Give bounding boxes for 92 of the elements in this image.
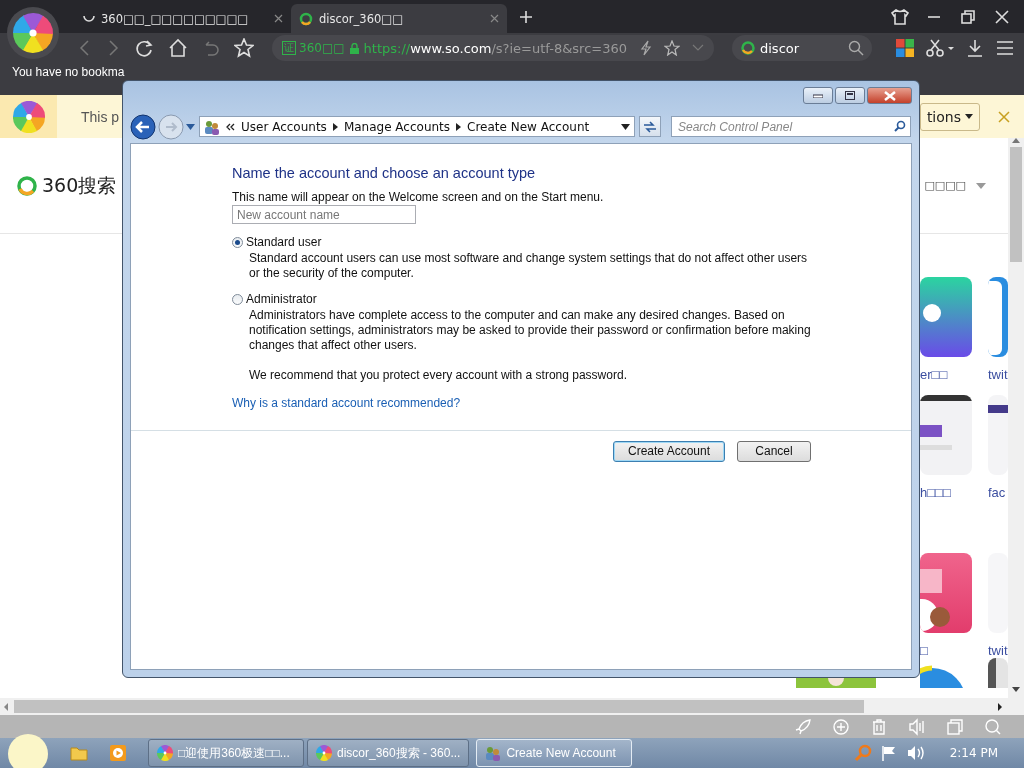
lock-icon [349, 42, 359, 54]
tile-label[interactable]: h□□□ [920, 475, 972, 553]
start-button[interactable] [8, 734, 48, 768]
tile-label[interactable]: er□□ [920, 357, 972, 395]
description-text: Administrators have complete access to the computer and can make any desired changes. Based on notification settings, administrators may be asked to provide their password or confirmation before making changes that affect other users. [249, 308, 811, 353]
heading: Name the account and choose an account type [232, 165, 537, 181]
forward-icon [158, 113, 184, 140]
certificate-label: 360□□ [299, 41, 345, 55]
chevron-icon[interactable] [692, 44, 704, 52]
back-icon [130, 113, 156, 140]
home-icon[interactable] [168, 38, 188, 58]
dropdown-icon[interactable] [621, 123, 630, 130]
breadcrumb-item[interactable]: Manage Accounts [343, 119, 451, 134]
search-logo-icon [740, 40, 756, 56]
maximize-button[interactable] [835, 87, 865, 104]
url-text: https://www.so.com/s?ie=utf-8&src=360 [363, 40, 627, 56]
lightning-icon[interactable] [640, 40, 652, 56]
help-link[interactable]: Why is a standard account recommended? [232, 396, 461, 410]
scrollbar-thumb[interactable] [14, 700, 864, 713]
breadcrumb-bar[interactable]: User Accounts Manage Accounts Create New Account [199, 116, 635, 137]
name-field[interactable]: New account name [232, 205, 416, 224]
media-player-icon[interactable] [110, 745, 126, 761]
new-tab-icon[interactable] [519, 9, 533, 24]
refresh-button[interactable] [639, 116, 661, 137]
minimize-button[interactable] [803, 87, 833, 104]
separator-arrow-icon[interactable] [456, 122, 462, 131]
shirt-icon[interactable] [890, 7, 910, 26]
scissors-icon[interactable] [926, 39, 954, 57]
address-bar[interactable]: 证 360□□ https://www.so.com/s?ie=utf-8&src=360 [272, 35, 714, 61]
flag-icon[interactable] [879, 744, 898, 762]
account-menu[interactable]: □□□□ [924, 179, 986, 192]
horizontal-scrollbar[interactable] [0, 698, 1024, 715]
browser-tab[interactable]: discor_360□□ [291, 4, 507, 33]
double-chevron-icon[interactable] [226, 122, 235, 131]
add-circle-icon[interactable] [832, 717, 850, 736]
download-icon[interactable] [966, 39, 984, 57]
caret-icon [976, 182, 986, 189]
search-logo-icon [16, 174, 38, 197]
site-logo[interactable]: 360搜索 [42, 172, 117, 199]
maximize-icon [845, 91, 855, 100]
separator-arrow-icon[interactable] [332, 122, 338, 131]
tile-label[interactable]: fac [988, 475, 1008, 553]
breadcrumb-item[interactable]: User Accounts [241, 119, 327, 134]
scrollbar-thumb[interactable] [1010, 147, 1022, 262]
search-field[interactable]: discor [732, 35, 872, 61]
folder-icon[interactable] [70, 745, 88, 761]
close-button[interactable] [867, 87, 912, 104]
radio-label[interactable]: Administrator [246, 292, 317, 306]
breadcrumb-item[interactable]: Create New Account [467, 119, 590, 134]
browser-logo-icon[interactable] [7, 7, 59, 59]
description-text: Standard account users can use most software and change system settings that do not affect other users or the security of the computer. [249, 251, 809, 281]
reload-icon[interactable] [134, 38, 154, 58]
menu-icon[interactable] [996, 40, 1014, 56]
search-field[interactable]: Search Control Panel [671, 116, 911, 137]
search-icon[interactable] [848, 40, 864, 56]
tile-label[interactable]: twit [988, 357, 1008, 395]
radio-button[interactable] [232, 236, 243, 248]
users-icon [485, 745, 502, 761]
browser-tab[interactable]: 360□□_□□□□□□□□□ [75, 4, 291, 33]
radio-button[interactable] [232, 293, 243, 305]
certificate-badge: 证 [282, 41, 296, 55]
close-icon[interactable] [992, 7, 1012, 26]
close-icon [883, 90, 896, 101]
vertical-scrollbar[interactable] [1008, 138, 1024, 698]
tile-label[interactable]: twit [988, 633, 1008, 658]
caret-icon [965, 114, 973, 119]
minimize-icon [813, 93, 823, 98]
dialog-button[interactable]: Create Account [613, 441, 725, 462]
options-button[interactable]: tions [919, 102, 980, 131]
users-icon [204, 118, 220, 135]
note-text: We recommend that you protect every account with a strong password. [249, 368, 628, 382]
browser-logo-icon [157, 745, 173, 761]
bookmark-notice: You have no bookma [12, 65, 125, 79]
tile-label[interactable]: □ [920, 633, 972, 658]
scroll-down-icon[interactable] [1012, 687, 1020, 692]
notification-text: This p [81, 108, 120, 125]
dialog-button[interactable]: Cancel [737, 441, 811, 462]
instruction-text: This name will appear on the Welcome screen and on the Start menu. [232, 190, 605, 204]
apps-icon[interactable] [896, 39, 914, 57]
radio-label[interactable]: Standard user [246, 235, 322, 249]
speaker-icon[interactable] [905, 744, 926, 762]
back-icon[interactable] [78, 39, 92, 57]
browser-logo-icon [316, 745, 332, 761]
back-button[interactable] [130, 113, 156, 140]
refresh-icon [643, 120, 657, 133]
speaker-icon[interactable] [908, 717, 926, 736]
search-icon[interactable] [894, 120, 906, 132]
star-icon[interactable] [664, 40, 680, 56]
forward-icon[interactable] [106, 39, 120, 57]
restore-icon[interactable] [958, 7, 978, 26]
star-icon[interactable] [234, 38, 254, 58]
browser-logo-icon [12, 100, 45, 133]
